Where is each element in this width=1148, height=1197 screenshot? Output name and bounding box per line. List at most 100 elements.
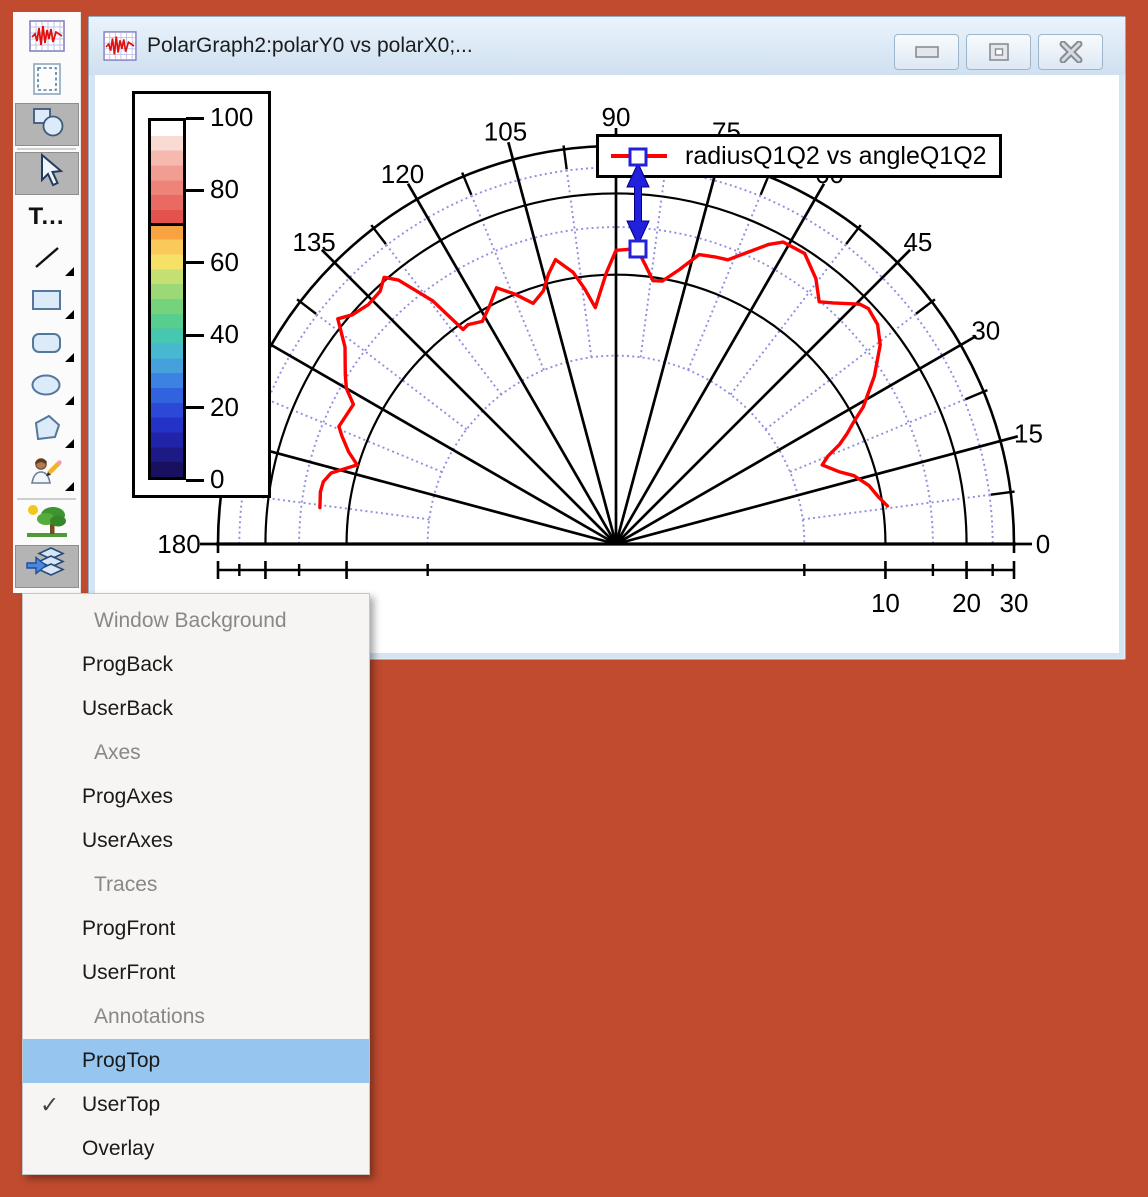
freehand-person-pencil-icon <box>28 455 66 494</box>
menu-item-progtop[interactable]: ProgTop <box>23 1039 369 1083</box>
close-button[interactable] <box>1038 34 1103 70</box>
flyout-triangle-icon <box>65 396 74 405</box>
titlebar[interactable]: PolarGraph2:polarY0 vs polarX0;... <box>89 17 1125 75</box>
restore-button[interactable] <box>966 34 1031 70</box>
color-scale-tick-label: 40 <box>210 321 239 347</box>
menu-item-window-background: Window Background <box>23 599 369 643</box>
angle-spoke <box>322 250 616 544</box>
tool-page-layout[interactable] <box>15 60 79 103</box>
menu-item-useraxes[interactable]: UserAxes <box>23 819 369 863</box>
graph-window: PolarGraph2:polarY0 vs polarX0;... <box>88 16 1126 660</box>
window-controls <box>894 34 1103 70</box>
close-icon <box>1058 41 1084 63</box>
minor-grid-radial-line <box>564 149 591 357</box>
flyout-triangle-icon <box>65 482 74 491</box>
angle-spoke <box>616 184 824 544</box>
color-scale-tick-label: 100 <box>210 104 253 130</box>
trace-legend[interactable]: radiusQ1Q2 vs angleQ1Q2 <box>596 134 1002 178</box>
text-tool-label: T... <box>28 203 64 231</box>
menu-item-progback[interactable]: ProgBack <box>23 643 369 687</box>
angle-label: 135 <box>292 227 335 257</box>
tool-graph[interactable] <box>15 17 79 60</box>
restore-icon <box>988 42 1010 62</box>
menu-item-progaxes[interactable]: ProgAxes <box>23 775 369 819</box>
menu-item-label: Overlay <box>82 1137 154 1161</box>
color-scale-tick <box>186 479 204 482</box>
menu-item-label: UserFront <box>82 961 175 985</box>
menu-item-label: UserBack <box>82 697 173 721</box>
angle-label: 90 <box>602 102 631 132</box>
desktop: T... <box>0 0 1148 1197</box>
line-tool-icon <box>29 239 65 280</box>
tool-line[interactable] <box>15 238 79 281</box>
flyout-triangle-icon <box>65 310 74 319</box>
tree-picture-icon <box>25 503 69 544</box>
color-scale-divider <box>151 223 183 226</box>
minor-grid-radial-line <box>790 392 984 472</box>
tool-ellipse[interactable] <box>15 367 79 410</box>
window-title: PolarGraph2:polarY0 vs polarX0;... <box>147 34 473 58</box>
arrow-cursor-icon <box>30 153 64 194</box>
angle-label: 105 <box>484 117 527 147</box>
outer-arc-tick <box>297 299 316 314</box>
menu-item-label: UserAxes <box>82 829 173 853</box>
angle-spoke <box>508 142 616 544</box>
tool-draw-shapes[interactable] <box>15 103 79 146</box>
minor-grid-radial-line <box>641 149 668 357</box>
tool-rounded-rectangle[interactable] <box>15 324 79 367</box>
minor-grid-radial-line <box>248 392 442 472</box>
angle-label: 120 <box>381 159 424 189</box>
angle-label: 45 <box>903 227 932 257</box>
menu-item-label: ProgBack <box>82 653 173 677</box>
tool-picture[interactable] <box>15 502 79 545</box>
radius-axis-label: 30 <box>1000 588 1029 618</box>
menu-item-label: Window Background <box>94 609 287 633</box>
toolbar-separator <box>17 148 76 150</box>
color-scale-bar <box>148 118 186 480</box>
minimize-icon <box>913 44 941 60</box>
flyout-triangle-icon <box>65 267 74 276</box>
angle-label: 0 <box>1036 529 1050 559</box>
rounded-rectangle-tool-icon <box>28 326 66 365</box>
graph-window-icon <box>103 31 137 61</box>
angle-spoke <box>256 336 616 544</box>
angle-spoke <box>616 142 724 544</box>
tool-arrow[interactable] <box>15 152 79 195</box>
color-gradient <box>151 121 183 477</box>
menu-item-userfront[interactable]: UserFront <box>23 951 369 995</box>
menu-item-userback[interactable]: UserBack <box>23 687 369 731</box>
minor-grid-radial-line <box>803 492 1011 519</box>
color-scale-tick <box>186 189 204 192</box>
tool-polygon[interactable] <box>15 410 79 453</box>
tool-layers[interactable] <box>15 545 79 588</box>
graph-content-area: 0153045607590105120135150165180102030 10… <box>95 75 1119 653</box>
outer-arc-tick <box>846 225 861 244</box>
color-scale-tick-label: 0 <box>210 466 224 492</box>
color-scale-tick-label: 60 <box>210 249 239 275</box>
menu-item-overlay[interactable]: Overlay <box>23 1127 369 1171</box>
color-scale-tick <box>186 261 204 264</box>
minimize-button[interactable] <box>894 34 959 70</box>
minor-grid-radial-line <box>688 176 768 370</box>
menu-item-axes: Axes <box>23 731 369 775</box>
angle-spoke <box>616 436 1018 544</box>
menu-item-usertop[interactable]: ✓UserTop <box>23 1083 369 1127</box>
menu-item-label: Annotations <box>94 1005 205 1029</box>
color-scale-tick <box>186 406 204 409</box>
menu-item-label: ProgFront <box>82 917 175 941</box>
color-scale-legend[interactable]: 100 80 60 40 20 0 <box>132 91 271 498</box>
angle-spoke <box>408 184 616 544</box>
tool-freehand[interactable] <box>15 453 79 496</box>
tool-rectangle[interactable] <box>15 281 79 324</box>
graph-icon <box>29 20 65 57</box>
angle-label: 180 <box>157 529 200 559</box>
menu-item-label: ProgAxes <box>82 785 173 809</box>
drawing-toolbar: T... <box>13 12 81 593</box>
menu-item-progfront[interactable]: ProgFront <box>23 907 369 951</box>
color-scale-tick-label: 20 <box>210 394 239 420</box>
legend-trace-sample-line <box>611 154 667 158</box>
toolbar-separator <box>17 498 76 500</box>
color-scale-tick-label: 80 <box>210 176 239 202</box>
tool-text[interactable]: T... <box>15 195 79 238</box>
outer-arc-tick <box>916 299 935 314</box>
